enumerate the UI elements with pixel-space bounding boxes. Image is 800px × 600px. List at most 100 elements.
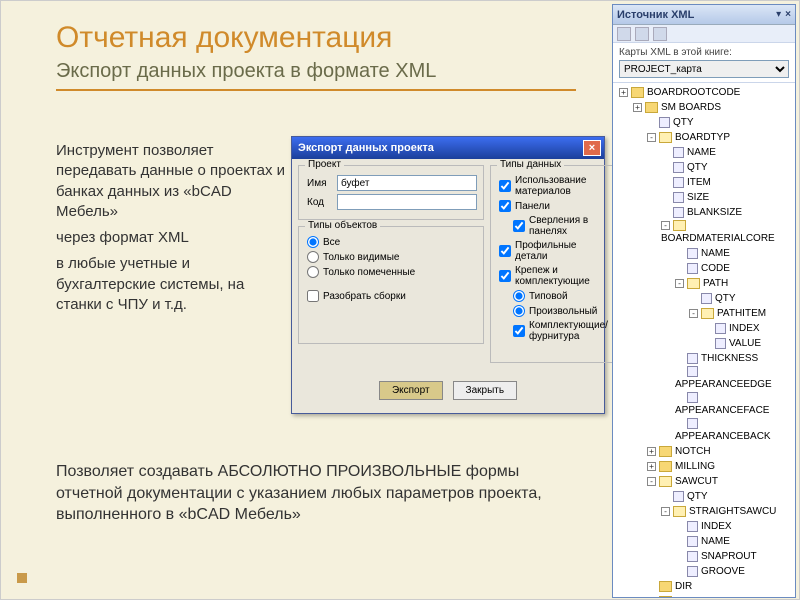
tree-node[interactable]: APPEARANCEBACK: [675, 418, 793, 444]
tree-node[interactable]: ITEM: [661, 175, 793, 190]
tree-spacer: [661, 148, 670, 157]
tree-node[interactable]: QTY: [661, 489, 793, 504]
tree-node-label: SM BOARDS: [661, 100, 721, 115]
tree-node[interactable]: -PATHQTY-PATHITEMINDEXVALUE: [675, 276, 793, 351]
folder-icon: [673, 220, 686, 231]
tree-spacer: [675, 522, 684, 531]
tree-node[interactable]: NAME: [675, 246, 793, 261]
radio-all[interactable]: Все: [307, 236, 477, 248]
tree-node[interactable]: +SM BOARDSQTY-BOARDTYPNAMEQTYITEMSIZEBLA…: [633, 100, 793, 597]
element-icon: [687, 248, 698, 259]
tree-node[interactable]: - PATHITEMINDEXVALUE: [689, 306, 793, 351]
tree-node[interactable]: -BOARDMATERIALCORENAMECODE-PATHQTY-PATHI…: [661, 220, 793, 444]
tree-node[interactable]: CODE: [675, 261, 793, 276]
check-profiles[interactable]: Профильные детали: [499, 240, 608, 262]
tree-node[interactable]: -FOREIGNFORMGIDNAMECODE: [647, 594, 793, 597]
radio-standard[interactable]: Типовой: [499, 290, 608, 302]
code-input[interactable]: [337, 194, 477, 210]
folder-icon: [659, 461, 672, 472]
tree-node[interactable]: INDEX: [675, 519, 793, 534]
corner-ornament: [17, 573, 27, 583]
tree-node-label: CODE: [701, 261, 730, 276]
tree-node[interactable]: QTY: [689, 291, 793, 306]
tree-node-label: PATHITEM: [717, 306, 766, 321]
dialog-title-bar[interactable]: Экспорт данных проекта ×: [292, 137, 604, 159]
element-icon: [715, 338, 726, 349]
back-icon[interactable]: [617, 27, 631, 41]
tree-node[interactable]: +NOTCH: [647, 444, 793, 459]
expand-icon[interactable]: +: [633, 103, 642, 112]
xml-tree[interactable]: +BOARDROOTCODE+SM BOARDSQTY-BOARDTYPNAME…: [613, 82, 795, 597]
element-icon: [687, 521, 698, 532]
name-label: Имя: [307, 178, 333, 189]
datatype-group-title: Типы данных: [497, 159, 564, 170]
name-input[interactable]: [337, 175, 477, 191]
collapse-icon[interactable]: -: [661, 507, 670, 516]
tree-node-label: BOARDROOTCODE: [647, 85, 740, 100]
forward-icon[interactable]: [635, 27, 649, 41]
tree-node-label: APPEARANCEEDGE: [675, 377, 772, 392]
folder-icon: [659, 581, 672, 592]
tree-node[interactable]: +BOARDROOTCODE+SM BOARDSQTY-BOARDTYPNAME…: [619, 85, 793, 597]
tree-node-label: BLANKSIZE: [687, 205, 742, 220]
check-expand[interactable]: Разобрать сборки: [307, 290, 477, 302]
radio-selected[interactable]: Только помеченные: [307, 266, 477, 278]
tree-spacer: [675, 354, 684, 363]
tree-node-label: SAWCUT: [675, 474, 718, 489]
tree-node[interactable]: QTY: [661, 160, 793, 175]
tree-node[interactable]: +MILLING: [647, 459, 793, 474]
tree-spacer: [689, 294, 698, 303]
check-panels[interactable]: Панели: [499, 200, 608, 212]
tree-node[interactable]: NAME: [661, 145, 793, 160]
element-icon: [673, 192, 684, 203]
collapse-icon[interactable]: -: [689, 309, 698, 318]
tree-node[interactable]: VALUE: [703, 336, 793, 351]
collapse-icon[interactable]: -: [675, 279, 684, 288]
radio-custom[interactable]: Произвольный: [499, 305, 608, 317]
footer-text: Позволяет создавать АБСОЛЮТНО ПРОИЗВОЛЬН…: [56, 461, 576, 526]
tree-node-label: THICKNESS: [701, 351, 758, 366]
expand-icon[interactable]: +: [647, 462, 656, 471]
tree-node[interactable]: APPEARANCEEDGE: [675, 366, 793, 392]
close-icon[interactable]: ×: [785, 9, 791, 20]
check-holes[interactable]: Сверления в панелях: [499, 215, 608, 237]
tree-node[interactable]: GROOVE: [675, 564, 793, 579]
check-materials[interactable]: Использование материалов: [499, 175, 608, 197]
close-button[interactable]: Закрыть: [453, 381, 518, 400]
xml-map-select[interactable]: PROJECT_карта: [619, 60, 789, 78]
folder-icon: [659, 476, 672, 487]
tree-node[interactable]: DIR: [647, 579, 793, 594]
element-icon: [673, 162, 684, 173]
tree-node[interactable]: NAME: [675, 534, 793, 549]
tree-node[interactable]: -BOARDTYPNAMEQTYITEMSIZEBLANKSIZE-BOARDM…: [647, 130, 793, 444]
tree-spacer: [675, 367, 684, 376]
collapse-icon[interactable]: -: [661, 221, 670, 230]
tree-spacer: [647, 118, 656, 127]
tree-node-label: BOARDTYP: [675, 130, 730, 145]
radio-visible[interactable]: Только видимые: [307, 251, 477, 263]
tree-spacer: [661, 163, 670, 172]
tree-node[interactable]: THICKNESS: [675, 351, 793, 366]
xml-panel-header[interactable]: Источник XML ▾ ×: [613, 5, 795, 25]
tree-node[interactable]: SNAPROUT: [675, 549, 793, 564]
tree-node[interactable]: APPEARANCEFACE: [675, 392, 793, 418]
home-icon[interactable]: [653, 27, 667, 41]
expand-icon[interactable]: +: [647, 447, 656, 456]
tree-node[interactable]: BLANKSIZE: [661, 205, 793, 220]
body-p1: Инструмент позволяет передавать данные о…: [56, 141, 291, 222]
close-icon[interactable]: ×: [583, 140, 601, 156]
tree-node[interactable]: -STRAIGHTSAWCUINDEXNAMESNAPROUTGROOVE: [661, 504, 793, 579]
collapse-icon[interactable]: -: [647, 133, 656, 142]
expand-icon[interactable]: +: [619, 88, 628, 97]
check-furniture[interactable]: Комплектующие/фурнитура: [499, 320, 608, 342]
check-hardware[interactable]: Крепеж и комплектующие: [499, 265, 608, 287]
tree-node[interactable]: - SAWCUTQTY-STRAIGHTSAWCUINDEXNAMESNAPROU…: [647, 474, 793, 579]
tree-node[interactable]: QTY: [647, 115, 793, 130]
collapse-icon[interactable]: -: [647, 477, 656, 486]
chevron-down-icon[interactable]: ▾: [776, 9, 781, 20]
tree-node[interactable]: INDEX: [703, 321, 793, 336]
objtype-group: Типы объектов Все Только видимые Только …: [298, 226, 484, 344]
export-button[interactable]: Экспорт: [379, 381, 443, 400]
tree-node[interactable]: SIZE: [661, 190, 793, 205]
folder-icon: [631, 87, 644, 98]
